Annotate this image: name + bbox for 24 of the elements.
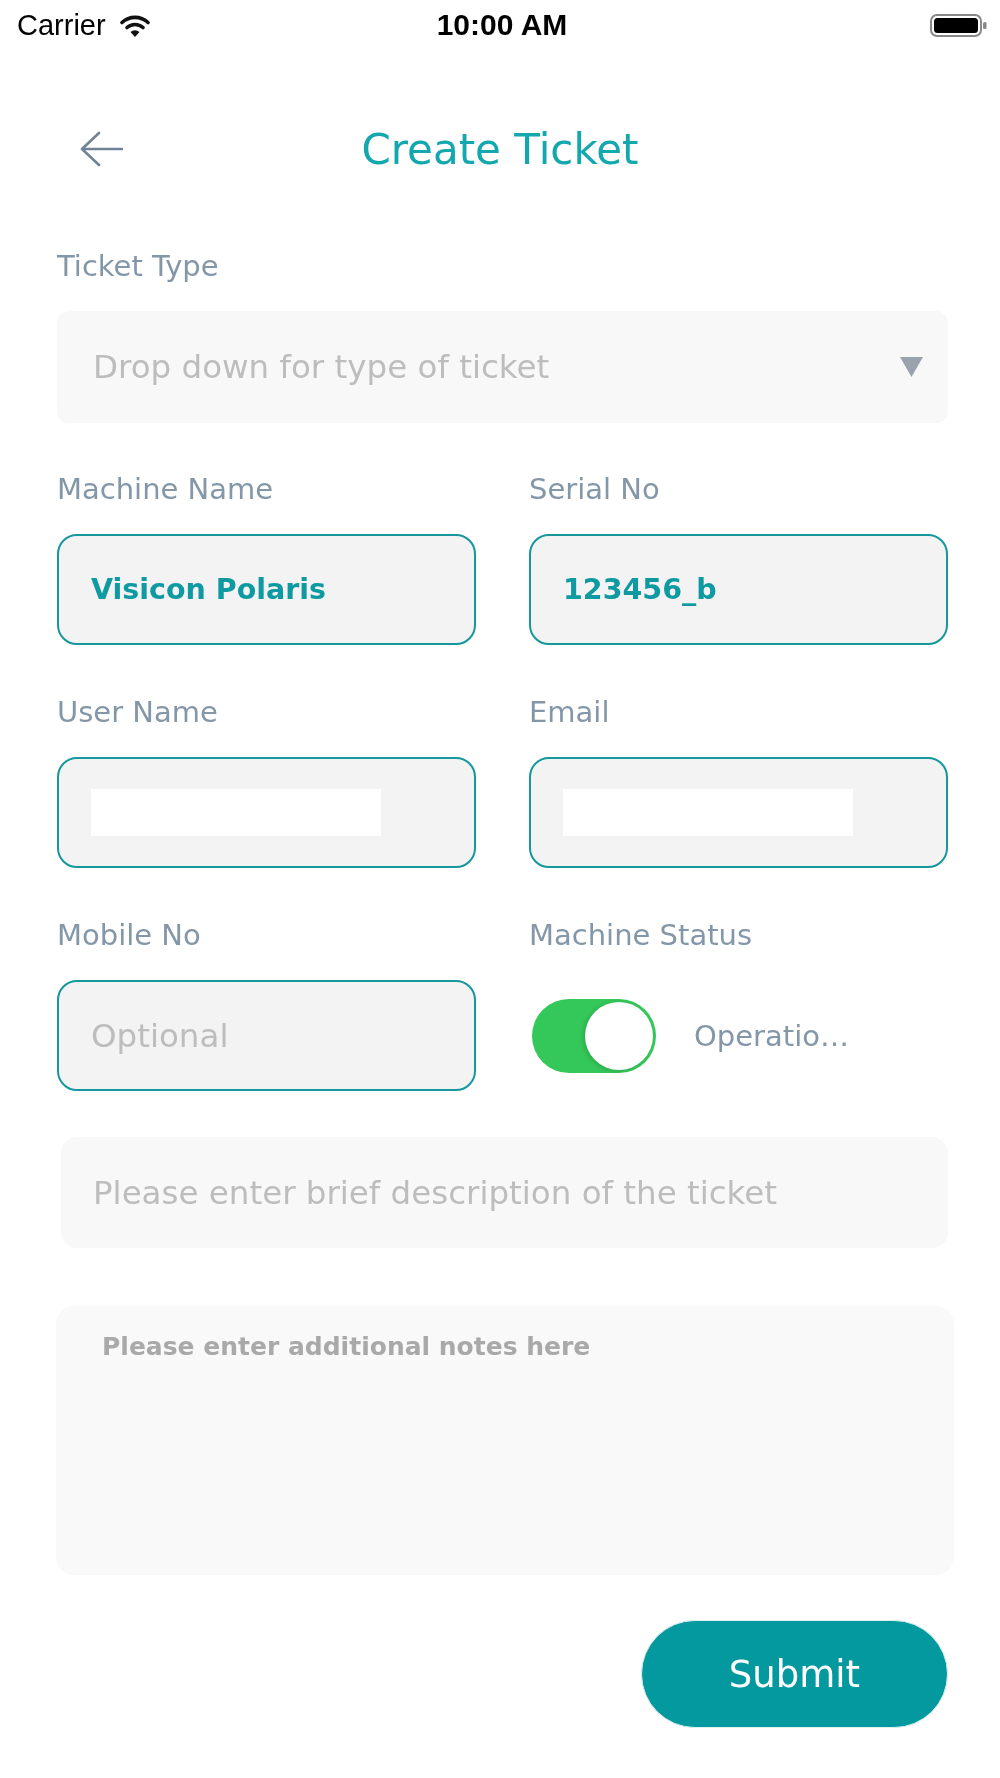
machine-status-text: Operatio… — [694, 1018, 849, 1053]
field-label: Ticket Type — [57, 248, 219, 284]
field-label: Machine Name — [57, 471, 274, 507]
field-label: Serial No — [529, 471, 660, 507]
back-button[interactable] — [79, 131, 123, 167]
field-label: Mobile No — [57, 917, 201, 953]
submit-button[interactable]: Submit — [641, 1620, 948, 1728]
page-title: Create Ticket — [361, 124, 640, 174]
input-field[interactable] — [529, 757, 948, 868]
back-arrow-icon — [79, 131, 123, 167]
carrier-name: Carrier — [17, 8, 106, 42]
ticket-type-dropdown[interactable]: Drop down for type of ticket — [57, 311, 948, 423]
status-time: 10:00 AM — [436, 8, 568, 42]
wifi-icon — [119, 13, 150, 37]
input-field[interactable]: 123456_b — [529, 534, 948, 645]
input-field[interactable]: Visicon Polaris — [57, 534, 476, 645]
input-field[interactable] — [57, 757, 476, 868]
field-label: Machine Status — [529, 917, 753, 953]
caret-icon — [900, 357, 923, 377]
field-label: Email — [529, 694, 610, 730]
field-label: User Name — [57, 694, 218, 730]
notes-field[interactable]: Please enter additional notes here — [56, 1306, 954, 1575]
battery-icon — [930, 13, 987, 37]
description-field[interactable]: Please enter brief description of the ticket — [61, 1137, 948, 1248]
